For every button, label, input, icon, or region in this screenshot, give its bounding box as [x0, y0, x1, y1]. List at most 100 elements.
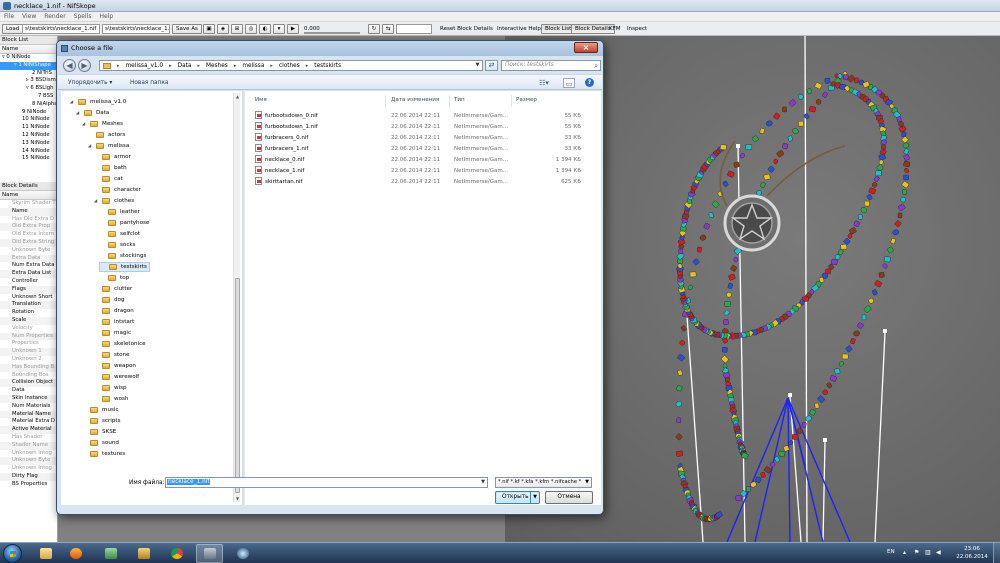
breadcrumb-separator-icon[interactable]: ▸ [270, 63, 273, 69]
tree-folder-item[interactable]: wisp [93, 383, 127, 393]
load-path-field[interactable]: s\testskirts\necklace_1.nif [22, 24, 100, 34]
block-details-row[interactable]: Old Extra Prop [0, 223, 57, 232]
save-as-button[interactable]: Save As [172, 24, 202, 34]
taskbar-nifskope-icon[interactable] [196, 544, 223, 563]
open-dropdown-icon[interactable]: ▼ [530, 492, 539, 503]
reset-block-details-button[interactable]: Reset Block Details [440, 24, 493, 34]
column-size[interactable]: Размер [516, 95, 537, 105]
tree-folder-item[interactable]: socks [99, 240, 136, 250]
block-details-row[interactable]: Shader Name [0, 441, 57, 450]
block-details-row[interactable]: Properties [0, 340, 57, 348]
switch-icon[interactable]: ⇆ [382, 24, 394, 34]
search-input[interactable]: Поиск: testskirts ⌕ [501, 60, 601, 71]
block-details-row[interactable]: Material Extra D [0, 418, 57, 426]
open-button[interactable]: Открыть ▼ [495, 491, 540, 504]
viewport-tool-1-icon[interactable]: ▣ [203, 24, 215, 34]
block-details-row[interactable]: Skin Instance [0, 394, 57, 403]
block-list-row[interactable]: ▹ 3 BSDism [0, 77, 57, 85]
expand-arrow-icon[interactable]: ◢ [81, 122, 86, 127]
refresh-icon[interactable]: ⇄ [485, 60, 498, 71]
interactive-help-button[interactable]: Interactive Help [497, 24, 541, 34]
viewport-tool-6-icon[interactable]: ▾ [273, 24, 285, 34]
column-type[interactable]: Тип [454, 95, 465, 105]
tree-folder-item[interactable]: intstart [93, 317, 134, 327]
block-details-row[interactable]: Active Material [0, 426, 57, 434]
tree-folder-item[interactable]: textures [81, 449, 125, 459]
taskbar-app-icon[interactable] [97, 544, 124, 563]
tree-folder-item[interactable]: cat [93, 174, 123, 184]
breadcrumb-segment[interactable]: melissa_v1.0 [126, 63, 164, 69]
block-list-row[interactable]: ▿ 0 NiNode [0, 54, 57, 62]
play-icon[interactable]: ▶ [287, 24, 299, 34]
file-type-filter[interactable]: *.nif *.kf *.kfa *.kfm *.nifcache * ▼ [495, 477, 592, 488]
block-details-row[interactable]: Extra Data List [0, 270, 57, 278]
block-list-row[interactable]: 9 NiNode [0, 109, 57, 117]
block-list-row[interactable]: 15 NiNode [0, 155, 57, 163]
column-name[interactable]: Имя [255, 95, 267, 105]
tree-folder-item[interactable]: stone [93, 350, 130, 360]
tree-folder-item[interactable]: pantyhose [99, 218, 149, 228]
viewport-tool-3-icon[interactable]: ⊞ [231, 24, 243, 34]
help-icon[interactable]: ? [585, 78, 594, 87]
block-list-row[interactable]: ▿ 1 NiNiShape [0, 61, 57, 70]
menu-item[interactable]: File [4, 12, 14, 21]
block-list-row[interactable]: 11 NiNode [0, 124, 57, 132]
tree-folder-item[interactable]: dog [93, 295, 125, 305]
tree-folder-item[interactable]: stockings [99, 251, 146, 261]
address-dropdown-icon[interactable]: ▼ [473, 61, 482, 70]
column-date[interactable]: Дата изменения [391, 95, 439, 105]
block-details-header[interactable]: Name [0, 191, 57, 200]
file-row[interactable]: necklace_1.nif 22.06.2014 22:11 NetImmerse… [251, 166, 581, 176]
taskbar-archive-icon[interactable] [130, 544, 157, 563]
tree-folder-item[interactable]: weapon [93, 361, 136, 371]
block-details-row[interactable]: Controller [0, 278, 57, 286]
block-details-row[interactable]: Flags [0, 285, 57, 294]
file-row[interactable]: furbootsdown_0.nif 22.06.2014 22:11 NetImm… [251, 111, 581, 121]
block-list-row[interactable]: 10 NiNode [0, 116, 57, 124]
tree-folder-item[interactable]: ◢ clothes [93, 196, 134, 206]
dialog-titlebar[interactable]: Choose a file × [57, 41, 603, 56]
viewport-tool-2-icon[interactable]: ◈ [217, 24, 229, 34]
show-desktop-button[interactable] [993, 543, 1000, 563]
filename-dropdown-icon[interactable]: ▼ [481, 478, 485, 487]
tree-folder-item[interactable]: leather [99, 207, 140, 217]
block-details-row[interactable]: Unknown Short [0, 294, 57, 302]
breadcrumb-separator-icon[interactable]: ▸ [169, 63, 172, 69]
block-list-row[interactable]: 7 BSS [0, 93, 57, 101]
expand-arrow-icon[interactable]: ◢ [75, 111, 80, 116]
tree-folder-item[interactable]: bath [93, 163, 127, 173]
breadcrumb-separator-icon[interactable]: ▸ [306, 63, 309, 69]
tree-folder-item[interactable]: magic [93, 328, 131, 338]
block-details-row[interactable]: Dirty Flag [0, 472, 57, 481]
tree-folder-item[interactable]: music [81, 405, 119, 415]
file-row[interactable]: furbootsdown_1.nif 22.06.2014 22:11 NetImm… [251, 122, 581, 132]
menu-item[interactable]: Spells [74, 12, 92, 21]
viewport-tool-5-icon[interactable]: ◐ [259, 24, 271, 34]
block-details-row[interactable]: Data [0, 387, 57, 395]
block-details-row[interactable]: Name [0, 207, 57, 216]
file-row[interactable]: necklace_0.nif 22.06.2014 22:11 NetImmerse… [251, 155, 581, 165]
taskbar-game-icon[interactable] [229, 544, 256, 563]
language-indicator[interactable]: EN [887, 549, 895, 555]
kfm-toggle[interactable]: KFM [609, 24, 621, 34]
block-details-row[interactable]: Unknown Integ [0, 465, 57, 473]
tree-folder-item[interactable]: skeletonice [93, 339, 146, 349]
tree-folder-item[interactable]: scripts [81, 416, 121, 426]
expand-arrow-icon[interactable]: ◢ [69, 100, 74, 105]
save-path-field[interactable]: s\testskirts\necklace_1.nif [102, 24, 170, 34]
tray-volume-icon[interactable]: ◀ [936, 550, 942, 556]
tray-arrow-icon[interactable]: ▴ [903, 550, 909, 556]
block-details-row[interactable]: Num Materials [0, 403, 57, 411]
tree-folder-item[interactable]: SKSE [81, 427, 116, 437]
taskbar-chrome-icon[interactable] [163, 544, 190, 563]
block-list-row[interactable]: 14 NiNode [0, 148, 57, 156]
tray-network-icon[interactable]: ▥ [925, 550, 931, 556]
load-button[interactable]: Load [2, 24, 24, 34]
scroll-down-icon[interactable]: ▼ [234, 495, 241, 502]
menu-item[interactable]: Help [99, 12, 113, 21]
preview-pane-icon[interactable]: ▭ [563, 78, 575, 88]
tree-folder-item[interactable]: armor [93, 152, 131, 162]
tray-flag-icon[interactable]: ⚑ [914, 550, 920, 556]
back-arrow-icon[interactable]: ◀ [63, 59, 76, 72]
block-details-row[interactable]: Extra Data [0, 254, 57, 263]
